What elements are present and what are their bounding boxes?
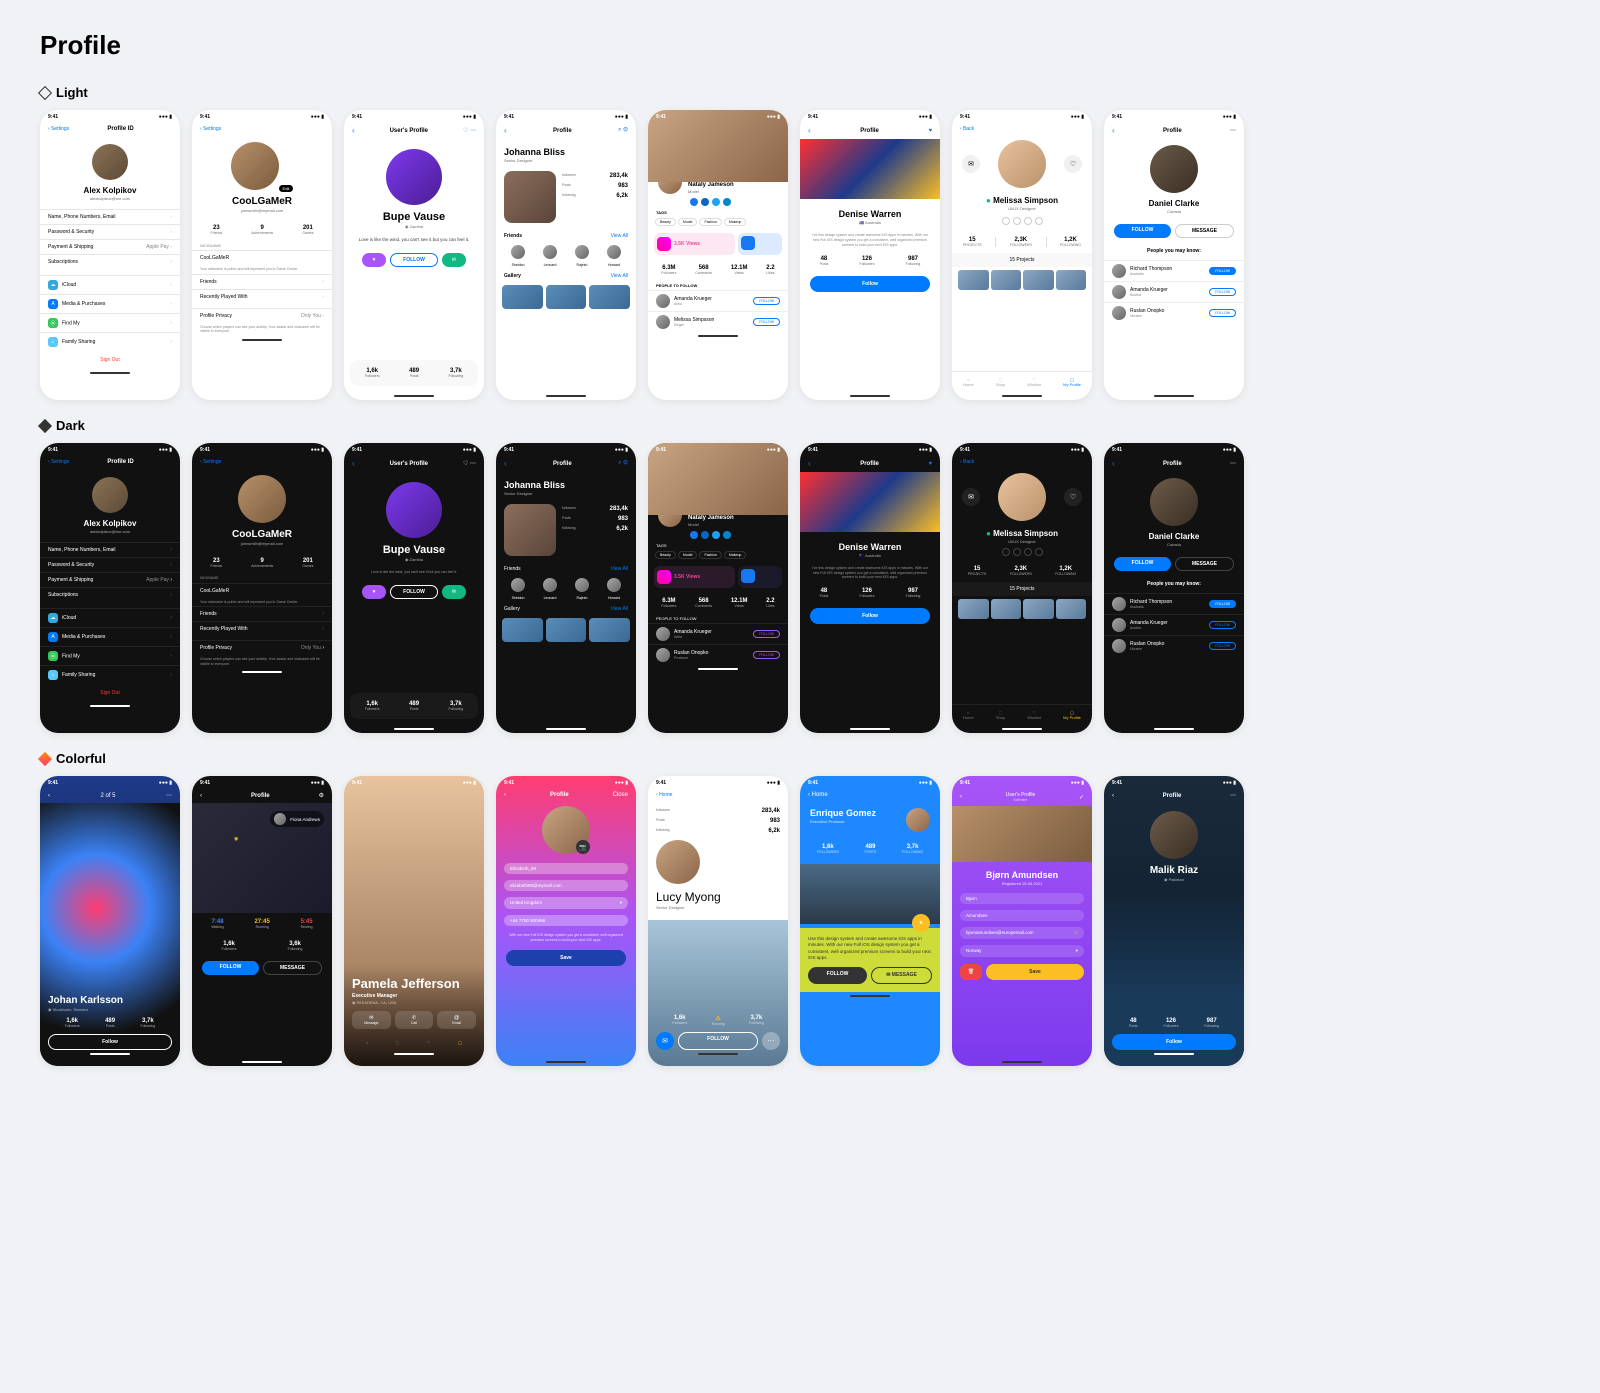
email-input[interactable]: bjornamundsen@europemail.com⚠ bbox=[960, 927, 1084, 939]
tab-wishlist[interactable]: ♡Wishlist bbox=[1027, 377, 1041, 387]
back-icon[interactable]: ‹ bbox=[352, 126, 355, 135]
row-icloud[interactable]: ☁iCloud› bbox=[40, 275, 180, 294]
lastname-input[interactable]: Amundsen bbox=[960, 910, 1084, 921]
screen-nataly: 9:41●●● ▮ Nataly JamesonModel TAGS Beaut… bbox=[648, 110, 788, 400]
back-button[interactable]: ‹ Settings bbox=[48, 126, 69, 132]
row-privacy[interactable]: Profile PrivacyOnly You › bbox=[192, 308, 332, 323]
follow-button[interactable]: FOLLOW bbox=[390, 253, 438, 267]
row-light: 9:41●●● ▮ ‹ SettingsProfile ID Alex Kolp… bbox=[40, 110, 1560, 400]
row-dark: 9:41●●● ▮‹ SettingsProfile IDAlex Kolpik… bbox=[40, 443, 1560, 733]
follow-button[interactable]: FOLLOW bbox=[1209, 309, 1236, 317]
page-title: Profile bbox=[40, 30, 1560, 61]
row-nickname[interactable]: CooLGaMeR bbox=[192, 250, 332, 265]
row-friends[interactable]: Friends› bbox=[192, 274, 332, 289]
screen-johanna: 9:41●●● ▮ ‹Profile⌕ ⚙ Johanna BlissSenio… bbox=[496, 110, 636, 400]
screen-gamer: 9:41●●● ▮ ‹ Settings EditCooLGaMeRjohnsm… bbox=[192, 110, 332, 400]
avatar[interactable] bbox=[998, 140, 1046, 188]
delete-button[interactable]: 🗑 bbox=[960, 964, 982, 980]
row-password[interactable]: Password & Security› bbox=[40, 224, 180, 239]
row-payment[interactable]: Payment & ShippingApple Pay › bbox=[40, 239, 180, 254]
section-dark: Dark bbox=[40, 418, 1560, 433]
avatar[interactable] bbox=[386, 149, 442, 205]
tab-shop[interactable]: ⬚Shop bbox=[996, 377, 1005, 387]
screen-bupe: 9:41●●● ▮ ‹User's Profile♡ ⋯ Bupe Vause◉… bbox=[344, 110, 484, 400]
message-button[interactable]: ✉ bbox=[962, 155, 980, 173]
viewall-link[interactable]: View All bbox=[611, 233, 628, 239]
follow-button[interactable]: FOLLOW bbox=[1209, 288, 1236, 296]
row-name-phone[interactable]: Name, Phone Numbers, Email› bbox=[40, 209, 180, 224]
country-input[interactable]: United Kingdom ▾ bbox=[504, 897, 628, 909]
row-findmy[interactable]: ⦿Find My› bbox=[40, 313, 180, 332]
screen-daniel: 9:41●●● ▮ ‹Profile⋯ Daniel ClarkeCanada … bbox=[1104, 110, 1244, 400]
back-button[interactable]: ‹ Settings bbox=[200, 126, 221, 132]
follow-button[interactable]: FOLLOW bbox=[753, 318, 780, 326]
section-light: Light bbox=[40, 85, 1560, 100]
more-icon[interactable]: ⋯ bbox=[1230, 127, 1236, 134]
screen-melissa: 9:41●●● ▮ ‹ Back ✉♡ ● Melissa SimpsonUI/… bbox=[952, 110, 1092, 400]
follow-button[interactable]: FOLLOW bbox=[1114, 224, 1171, 238]
heart-icon[interactable]: ♡ bbox=[463, 128, 468, 134]
signout-button[interactable]: Sign Out bbox=[40, 351, 180, 369]
like-button[interactable]: ♡ bbox=[1064, 155, 1082, 173]
message-button[interactable]: ✉ bbox=[442, 253, 466, 267]
country-input[interactable]: Norway▾ bbox=[960, 945, 1084, 957]
avatar[interactable] bbox=[1150, 145, 1198, 193]
like-button[interactable]: ♥ bbox=[362, 253, 386, 267]
tab-profile[interactable]: ◯My Profile bbox=[1063, 377, 1081, 387]
avatar[interactable] bbox=[504, 171, 556, 223]
section-colorful: Colorful bbox=[40, 751, 1560, 766]
avatar[interactable] bbox=[92, 144, 128, 180]
more-icon[interactable]: ⋯ bbox=[470, 128, 476, 134]
back-icon[interactable]: ‹ bbox=[808, 126, 811, 135]
follow-button[interactable]: Follow bbox=[810, 276, 930, 292]
phone-input[interactable]: +44 7700 900466 bbox=[504, 915, 628, 926]
gear-icon[interactable]: ⚙ bbox=[623, 127, 628, 133]
row-subs[interactable]: Subscriptions› bbox=[40, 254, 180, 269]
row-recent[interactable]: Recently Played With› bbox=[192, 289, 332, 304]
username-input[interactable]: Elizabeth_89 bbox=[504, 863, 628, 874]
follow-button[interactable]: FOLLOW bbox=[1209, 267, 1236, 275]
tab-home[interactable]: ⌂Home bbox=[963, 377, 974, 387]
row-media[interactable]: AMedia & Purchases› bbox=[40, 294, 180, 313]
save-button[interactable]: Save bbox=[506, 950, 626, 966]
screen-profile-id: 9:41●●● ▮ ‹ SettingsProfile ID Alex Kolp… bbox=[40, 110, 180, 400]
search-icon[interactable]: ⌕ bbox=[618, 127, 621, 133]
back-button[interactable]: ‹ Back bbox=[960, 126, 974, 132]
back-icon[interactable]: ‹ bbox=[504, 126, 507, 135]
back-icon[interactable]: ‹ bbox=[1112, 126, 1115, 135]
email-input[interactable]: elizabeth89@mymail.com bbox=[504, 880, 628, 891]
screen-denise: 9:41●●● ▮ ‹Profile♥ Denise Warren🇦🇺 Aust… bbox=[800, 110, 940, 400]
avatar[interactable] bbox=[231, 142, 279, 190]
heart-icon[interactable]: ♥ bbox=[928, 128, 932, 134]
user-name: Alex Kolpikov bbox=[48, 186, 172, 195]
row-family[interactable]: ⌂Family Sharing› bbox=[40, 332, 180, 351]
message-button[interactable]: MESSAGE bbox=[1175, 224, 1234, 238]
follow-button[interactable]: FOLLOW bbox=[753, 297, 780, 305]
firstname-input[interactable]: Bjørn bbox=[960, 893, 1084, 904]
row-colorful: 9:41●●● ▮‹2 of 5⋯Johan Karlsson◉ Stockho… bbox=[40, 776, 1560, 1066]
save-button[interactable]: Save bbox=[986, 964, 1084, 980]
